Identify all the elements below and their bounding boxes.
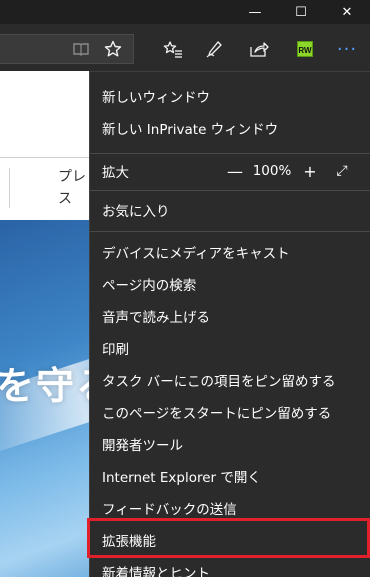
menu-item-label: 新しい InPrivate ウィンドウ [102,122,279,138]
menu-item-new-window[interactable]: 新しいウィンドウ [90,80,370,112]
nav-link-press[interactable]: プレス [58,166,88,210]
menu-item-label: 開発者ツール [102,438,183,454]
menu-item-label: 拡大 [102,165,129,181]
menu-item-read-aloud[interactable]: 音声で読み上げる [90,300,370,332]
nav-separator [9,168,10,208]
zoom-out-button[interactable]: — [225,155,245,187]
maximize-button[interactable]: ☐ [278,0,324,24]
favorites-hub-icon[interactable] [160,36,186,62]
browser-toolbar: RW ··· [0,24,370,95]
menu-item-favorites[interactable]: お気に入り [90,194,370,226]
fullscreen-icon[interactable]: ⤢ [330,155,354,187]
rw-extension-icon[interactable]: RW [292,36,318,62]
menu-item-cast-media[interactable]: デバイスにメディアをキャスト [90,236,370,268]
menu-item-label: 音声で読み上げる [102,310,210,326]
menu-item-label: ページ内の検索 [102,278,197,294]
menu-item-pin-to-taskbar[interactable]: タスク バーにこの項目をピン留めする [90,364,370,396]
star-icon[interactable] [100,36,126,62]
zoom-in-button[interactable]: + [300,155,320,187]
ellipsis-icon[interactable]: ··· [334,36,360,62]
menu-item-label: タスク バーにこの項目をピン留めする [102,374,336,390]
page-divider [0,157,90,158]
menu-item-zoom: 拡大 — 100% + ⤢ [90,155,370,187]
menu-item-label: 新着情報とヒント [102,566,210,577]
menu-item-print[interactable]: 印刷 [90,332,370,364]
menu-item-label: このページをスタートにピン留めする [102,406,332,422]
menu-separator [90,190,370,191]
extensions-highlight-box [87,518,370,558]
menu-item-new-inprivate-window[interactable]: 新しい InPrivate ウィンドウ [90,112,370,144]
menu-item-developer-tools[interactable]: 開発者ツール [90,428,370,460]
menu-item-label: Internet Explorer で開く [102,470,261,486]
title-bar: — ☐ ✕ [0,0,370,24]
menu-separator [90,231,370,232]
menu-item-label: 新しいウィンドウ [102,90,210,106]
zoom-level: 100% [252,163,292,179]
menu-item-open-with-ie[interactable]: Internet Explorer で開く [90,460,370,492]
menu-item-find-on-page[interactable]: ページ内の検索 [90,268,370,300]
menu-item-pin-to-start[interactable]: このページをスタートにピン留めする [90,396,370,428]
pen-icon[interactable] [201,36,227,62]
menu-item-label: 印刷 [102,342,129,358]
close-button[interactable]: ✕ [324,0,370,24]
menu-separator [90,153,370,154]
settings-more-menu: 新しいウィンドウ 新しい InPrivate ウィンドウ 拡大 — 100% +… [89,71,370,577]
book-icon[interactable] [68,36,94,62]
menu-item-label: お気に入り [102,204,170,220]
share-icon[interactable] [246,36,272,62]
rw-badge: RW [297,41,313,57]
minimize-button[interactable]: — [232,0,278,24]
menu-item-label: フィードバックの送信 [102,502,237,518]
menu-item-label: デバイスにメディアをキャスト [102,246,290,262]
menu-item-whats-new-and-tips[interactable]: 新着情報とヒント [90,556,370,577]
